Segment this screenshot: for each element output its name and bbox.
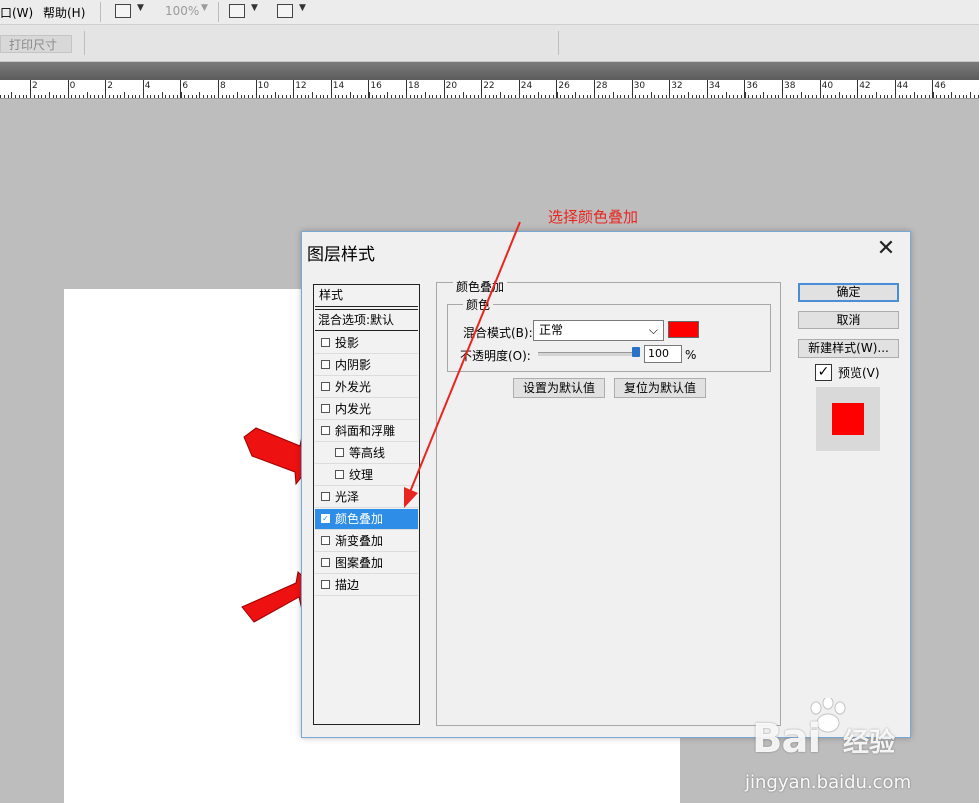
- style-item[interactable]: ✓ 颜色叠加: [315, 509, 418, 530]
- style-item-checkbox[interactable]: [321, 404, 330, 413]
- blend-options-item[interactable]: 混合选项:默认: [315, 309, 418, 331]
- style-item-label: 光泽: [335, 490, 360, 504]
- chevron-down-icon: ⌵: [648, 323, 658, 337]
- opacity-label: 不透明度(O):: [460, 349, 531, 363]
- set-default-button[interactable]: 设置为默认值: [513, 378, 605, 398]
- new-style-button[interactable]: 新建样式(W)...: [798, 339, 899, 358]
- style-item-checkbox[interactable]: [321, 558, 330, 567]
- annotation-text: 选择颜色叠加: [548, 208, 639, 226]
- style-item[interactable]: 渐变叠加: [315, 531, 418, 552]
- opacity-slider-thumb[interactable]: [632, 347, 640, 357]
- style-item-label: 外发光: [335, 380, 372, 394]
- preview-checkbox[interactable]: ✓: [815, 364, 832, 381]
- style-item-label: 等高线: [349, 446, 386, 460]
- style-item-checkbox[interactable]: [321, 492, 330, 501]
- style-item-label: 描边: [335, 578, 360, 592]
- list-header[interactable]: 样式: [315, 285, 418, 307]
- opacity-input[interactable]: 100: [644, 345, 682, 363]
- watermark-brand: Bai: [752, 716, 821, 762]
- style-item-label: 纹理: [349, 468, 374, 482]
- blend-options-label: 混合选项:默认: [318, 313, 395, 327]
- overlay-color-swatch[interactable]: [668, 321, 699, 338]
- style-item[interactable]: 内发光: [315, 399, 418, 420]
- blend-mode-label: 混合模式(B):: [463, 326, 533, 340]
- subgroup-title: 颜色: [463, 296, 494, 313]
- style-item[interactable]: 内阴影: [315, 355, 418, 376]
- style-item[interactable]: 斜面和浮雕: [315, 421, 418, 442]
- style-item-label: 颜色叠加: [335, 512, 384, 526]
- style-item[interactable]: 投影: [315, 333, 418, 354]
- style-item-label: 图案叠加: [335, 556, 384, 570]
- style-item-checkbox[interactable]: [335, 470, 344, 479]
- style-item[interactable]: 描边: [315, 575, 418, 596]
- percent-sign: %: [685, 348, 697, 362]
- layer-style-dialog: 图层样式 ✕ 样式 混合选项:默认 投影内阴影外发光内发光斜面和浮雕等高线纹理光…: [301, 231, 911, 738]
- style-item-label: 投影: [335, 336, 360, 350]
- watermark-url: jingyan.baidu.com: [745, 772, 912, 793]
- style-item-checkbox[interactable]: [321, 360, 330, 369]
- opacity-slider-track[interactable]: [538, 352, 637, 356]
- reset-default-button[interactable]: 复位为默认值: [614, 378, 706, 398]
- style-item[interactable]: 纹理: [315, 465, 418, 486]
- group-title: 颜色叠加: [453, 278, 508, 295]
- style-item-checkbox[interactable]: [321, 580, 330, 589]
- preview-color-square: [832, 403, 864, 435]
- style-item-checkbox[interactable]: [321, 382, 330, 391]
- preview-thumbnail: [816, 387, 880, 451]
- style-item[interactable]: 等高线: [315, 443, 418, 464]
- list-header-label: 样式: [319, 288, 344, 302]
- style-item[interactable]: 外发光: [315, 377, 418, 398]
- cancel-button[interactable]: 取消: [798, 311, 899, 329]
- style-item-label: 内发光: [335, 402, 372, 416]
- watermark-brand-suffix: 经验: [843, 728, 896, 758]
- blend-mode-select[interactable]: 正常 ⌵: [533, 320, 664, 341]
- style-item-label: 斜面和浮雕: [335, 424, 396, 438]
- dialog-title: 图层样式: [307, 245, 375, 265]
- style-list: 样式 混合选项:默认 投影内阴影外发光内发光斜面和浮雕等高线纹理光泽 ✓ 颜色叠加渐…: [313, 284, 420, 725]
- style-item[interactable]: 图案叠加: [315, 553, 418, 574]
- style-item[interactable]: 光泽: [315, 487, 418, 508]
- style-item-label: 渐变叠加: [335, 534, 384, 548]
- style-item-checkbox[interactable]: [321, 536, 330, 545]
- close-icon[interactable]: ✕: [874, 237, 898, 261]
- preview-label: 预览(V): [838, 366, 880, 380]
- blend-mode-value: 正常: [539, 323, 564, 337]
- style-item-checkbox[interactable]: [335, 448, 344, 457]
- ok-button[interactable]: 确定: [798, 283, 899, 302]
- style-item-label: 内阴影: [335, 358, 372, 372]
- style-item-checkbox[interactable]: ✓: [321, 514, 330, 523]
- style-item-checkbox[interactable]: [321, 426, 330, 435]
- style-item-checkbox[interactable]: [321, 338, 330, 347]
